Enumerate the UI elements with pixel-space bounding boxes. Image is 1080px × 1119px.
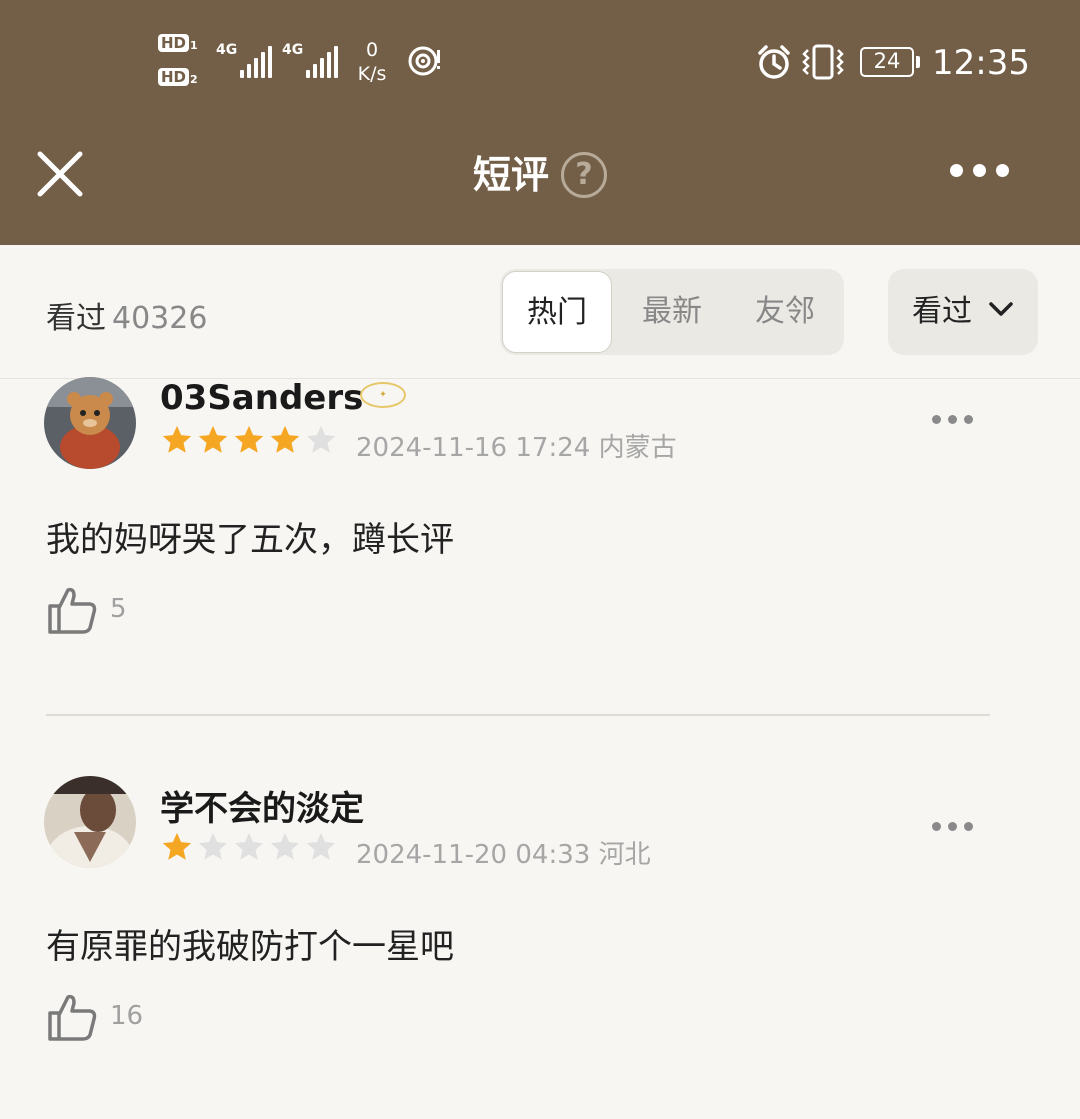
vibrate-icon xyxy=(802,44,844,80)
review-divider xyxy=(46,714,990,716)
sim1-label: HD xyxy=(158,34,190,52)
review-more-icon[interactable] xyxy=(932,816,982,831)
network-speed: 0 K/s xyxy=(352,38,392,86)
star-icon xyxy=(234,425,264,453)
battery-icon: 24 xyxy=(860,47,920,77)
review-content: 有原罪的我破防打个一星吧 xyxy=(46,927,454,967)
star-icon xyxy=(270,425,300,453)
review-date: 2024-11-16 17:24 xyxy=(356,433,591,463)
review-card: 03Sanders ✦ 2024-11-16 17:24 内蒙古 我的妈呀哭了五… xyxy=(0,377,1080,715)
alarm-icon xyxy=(758,45,790,79)
seen-number: 40326 xyxy=(112,301,208,336)
more-icon[interactable] xyxy=(950,162,1020,186)
watched-filter-dropdown[interactable]: 看过 xyxy=(888,269,1038,355)
filter-bar: 看过 40326 热门 最新 友邻 看过 xyxy=(0,245,1080,379)
hotspot-icon xyxy=(408,46,440,76)
sort-tabs: 热门 最新 友邻 xyxy=(500,269,844,355)
sim2-label: HD xyxy=(158,68,190,86)
username[interactable]: 03Sanders xyxy=(160,378,363,418)
dropdown-label: 看过 xyxy=(912,294,972,329)
review-meta: 2024-11-16 17:24 内蒙古 xyxy=(356,427,677,464)
thumbs-up-icon xyxy=(48,587,97,634)
network-speed-value: 0 xyxy=(365,39,379,61)
sim1-number: 1 xyxy=(190,39,198,52)
chevron-down-icon xyxy=(989,302,1013,316)
avatar[interactable] xyxy=(44,776,136,868)
review-content: 我的妈呀哭了五次，蹲长评 xyxy=(46,520,454,560)
sim1-indicator: HD 1 xyxy=(158,34,204,56)
review-card: 学不会的淡定 2024-11-20 04:33 河北 有原罪的我破防打个一星吧 … xyxy=(0,776,1080,1079)
review-more-icon[interactable] xyxy=(932,409,982,424)
star-icon xyxy=(162,425,192,453)
star-empty-icon xyxy=(198,832,228,860)
like-count: 5 xyxy=(110,594,127,624)
username[interactable]: 学不会的淡定 xyxy=(160,781,364,830)
tab-hot[interactable]: 热门 xyxy=(502,271,612,353)
star-icon xyxy=(198,425,228,453)
network-speed-unit: K/s xyxy=(357,63,387,85)
member-badge-icon: ✦ xyxy=(360,382,406,408)
star-empty-icon xyxy=(270,832,300,860)
like-count: 16 xyxy=(110,1001,144,1031)
star-empty-icon xyxy=(306,425,336,453)
network-2-label: 4G xyxy=(282,42,304,58)
title-bar: 短评? xyxy=(0,148,1080,202)
tab-latest[interactable]: 最新 xyxy=(617,271,727,353)
signal-2-icon: 4G xyxy=(282,42,340,78)
seen-count: 看过 40326 xyxy=(46,293,207,337)
battery-level: 24 xyxy=(873,49,901,73)
star-empty-icon xyxy=(306,832,336,860)
seen-label: 看过 xyxy=(46,301,106,336)
review-date: 2024-11-20 04:33 xyxy=(356,840,591,870)
review-location: 河北 xyxy=(598,840,651,870)
page-title: 短评 xyxy=(472,153,549,197)
app-header: HD 1 HD 2 4G 4G 0 K/s 24 12:35 短评 ? xyxy=(0,0,1080,245)
star-icon xyxy=(162,832,192,860)
rating-stars xyxy=(160,423,340,459)
thumbs-up-icon xyxy=(48,994,97,1041)
tab-friends[interactable]: 友邻 xyxy=(730,271,840,353)
rating-stars xyxy=(160,830,340,866)
review-location: 内蒙古 xyxy=(598,433,677,463)
status-time: 12:35 xyxy=(932,43,1030,83)
sim2-number: 2 xyxy=(190,73,198,86)
network-1-label: 4G xyxy=(216,42,238,58)
help-icon[interactable]: ? xyxy=(561,152,607,198)
signal-1-icon: 4G xyxy=(216,42,274,78)
star-empty-icon xyxy=(234,832,264,860)
avatar[interactable] xyxy=(44,377,136,469)
sim2-indicator: HD 2 xyxy=(158,68,204,90)
review-meta: 2024-11-20 04:33 河北 xyxy=(356,834,651,871)
